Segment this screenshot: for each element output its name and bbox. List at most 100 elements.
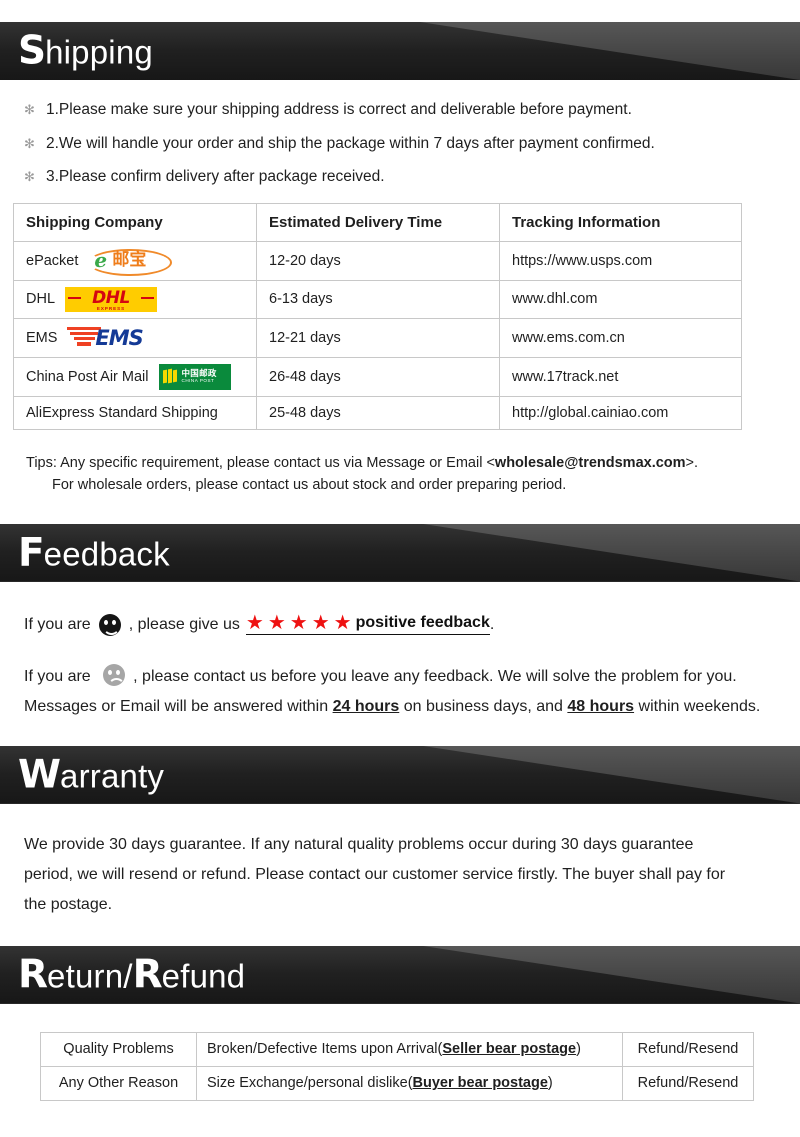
table-row: Any Other Reason Size Exchange/personal … [40, 1065, 754, 1101]
column-header-company: Shipping Company [13, 202, 257, 242]
warranty-title-rest: arranty [60, 757, 165, 794]
refund-title-capital: R [132, 952, 163, 997]
cell-company: China Post Air Mail 中国邮政 CHINA POST [13, 356, 257, 397]
table-row: AliExpress Standard Shipping 25-48 days … [13, 395, 742, 430]
return-refund-title: Return/Refund [18, 955, 245, 994]
dhl-logo-icon: DHL EXPRESS [65, 286, 158, 312]
feedback-body: If you are , please give us ★ ★ ★ ★ ★ po… [0, 612, 800, 722]
cell-tracking[interactable]: http://global.cainiao.com [499, 395, 742, 430]
warranty-title-capital: W [18, 752, 61, 797]
company-name: China Post Air Mail [26, 368, 149, 385]
shipping-title: Shipping [18, 32, 153, 71]
cell-tracking[interactable]: https://www.usps.com [499, 240, 742, 281]
feedback-line3-end: within weekends. [634, 697, 761, 715]
tips-line2: For wholesale orders, please contact us … [52, 476, 567, 493]
table-row: China Post Air Mail 中国邮政 CHINA POST 26-48… [13, 356, 742, 397]
response-time-weekend: 48 hours [567, 697, 635, 715]
shipping-bullet-text: 2.We will handle your order and ship the… [46, 134, 655, 152]
star-icon: ★ [333, 612, 352, 634]
ornament-bullet-icon: ✻ [24, 102, 35, 117]
shipping-methods-table: Shipping Company Estimated Delivery Time… [13, 202, 742, 430]
feedback-line3-middle: on business days, and [399, 697, 568, 715]
star-icon: ★ [267, 612, 286, 634]
warranty-title: Warranty [18, 755, 164, 794]
list-item: ✻ 2.We will handle your order and ship t… [24, 134, 776, 152]
feedback-line2-prefix: If you are [24, 667, 91, 685]
epacket-logo-icon: e 邮宝 [88, 248, 174, 276]
desc-suffix: ) [547, 1075, 553, 1091]
company-name: DHL [26, 291, 56, 307]
table-row: EMS EMS 12-21 days www.ems.com.cn [13, 317, 742, 358]
shipping-title-capital: S [18, 28, 46, 74]
feedback-positive-line: If you are , please give us ★ ★ ★ ★ ★ po… [24, 612, 776, 636]
cell-reason: Any Other Reason [40, 1065, 197, 1101]
shipping-bullet-text: 1.Please make sure your shipping address… [46, 101, 632, 118]
cell-company: AliExpress Standard Shipping [13, 395, 257, 430]
sad-face-icon [103, 663, 126, 686]
shipping-body: ✻ 1.Please make sure your shipping addre… [0, 102, 800, 185]
shipping-section-banner: Shipping [0, 22, 800, 80]
feedback-line2-suffix: , please contact us before you leave any… [133, 667, 737, 685]
star-icon: ★ [311, 612, 330, 634]
cell-reason: Quality Problems [40, 1031, 197, 1067]
company-name: AliExpress Standard Shipping [26, 404, 218, 421]
star-icon: ★ [245, 612, 264, 634]
tips-line1-prefix: Tips: Any specific requirement, please c… [26, 454, 495, 471]
table-header-row: Shipping Company Estimated Delivery Time… [13, 202, 742, 242]
return-title-capital: R [18, 952, 48, 997]
shipping-tips: Tips: Any specific requirement, please c… [26, 452, 800, 496]
cell-description: Size Exchange/personal dislike(Buyer bea… [196, 1065, 623, 1101]
postage-responsibility: Buyer bear postage [412, 1075, 548, 1091]
cell-delivery-time: 25-48 days [256, 395, 500, 430]
ems-logo-icon: EMS [67, 325, 163, 351]
column-header-delivery-time: Estimated Delivery Time [256, 202, 500, 242]
desc-prefix: Size Exchange/personal dislike( [207, 1075, 413, 1091]
rating-stars-group[interactable]: ★ ★ ★ ★ ★ positive feedback [245, 612, 490, 635]
return-refund-section-banner: Return/Refund [0, 945, 800, 1004]
table-row: Quality Problems Broken/Defective Items … [40, 1031, 754, 1067]
list-item: ✻ 1.Please make sure your shipping addre… [24, 102, 776, 118]
cell-company: ePacket e 邮宝 [13, 240, 257, 281]
shipping-title-rest: hipping [45, 33, 153, 71]
cell-action: Refund/Resend [622, 1031, 754, 1067]
warranty-text: We provide 30 days guarantee. If any nat… [24, 835, 726, 913]
shipping-bullet-list: ✻ 1.Please make sure your shipping addre… [24, 102, 776, 185]
warranty-section-banner: Warranty [0, 745, 800, 804]
list-item: ✻ 3.Please confirm delivery after packag… [24, 169, 776, 185]
return-policy-table: Quality Problems Broken/Defective Items … [40, 1031, 754, 1101]
company-name: EMS [26, 329, 58, 346]
shipping-bullet-text: 3.Please confirm delivery after package … [46, 168, 385, 185]
feedback-title-capital: F [18, 530, 45, 575]
feedback-title-rest: eedback [43, 535, 170, 572]
cell-action: Refund/Resend [622, 1065, 754, 1101]
ornament-bullet-icon: ✻ [24, 169, 35, 184]
feedback-section-banner: Feedback [0, 523, 800, 582]
feedback-line3-prefix: Messages or Email will be answered withi… [24, 697, 333, 715]
cell-delivery-time: 26-48 days [256, 356, 500, 397]
feedback-negative-paragraph: If you are , please contact us before yo… [24, 662, 776, 722]
cell-tracking[interactable]: www.dhl.com [499, 279, 742, 319]
postage-responsibility: Seller bear postage [442, 1041, 577, 1057]
tips-line1-suffix: >. [685, 454, 699, 471]
desc-suffix: ) [576, 1041, 581, 1057]
wholesale-email[interactable]: wholesale@trendsmax.com [495, 455, 686, 471]
warranty-body: We provide 30 days guarantee. If any nat… [0, 830, 800, 920]
cell-company: EMS EMS [13, 317, 257, 358]
column-header-tracking: Tracking Information [499, 202, 742, 242]
cell-delivery-time: 12-20 days [256, 240, 500, 281]
cell-description: Broken/Defective Items upon Arrival(Sell… [196, 1031, 623, 1067]
feedback-line1-prefix: If you are [24, 615, 91, 633]
china-post-logo-icon: 中国邮政 CHINA POST [158, 363, 231, 390]
cell-tracking[interactable]: www.17track.net [499, 356, 742, 397]
happy-face-icon [98, 613, 121, 636]
feedback-line1-end: . [489, 615, 495, 633]
return-title-mid: eturn/ [47, 957, 133, 994]
star-icon: ★ [289, 612, 308, 634]
cell-tracking[interactable]: www.ems.com.cn [499, 317, 742, 358]
desc-prefix: Broken/Defective Items upon Arrival( [207, 1041, 443, 1057]
positive-feedback-label: positive feedback [355, 614, 490, 631]
feedback-line1-middle: , please give us [128, 615, 240, 633]
company-name: ePacket [26, 252, 79, 269]
cell-delivery-time: 12-21 days [256, 317, 500, 358]
return-title-rest: efund [161, 957, 246, 994]
